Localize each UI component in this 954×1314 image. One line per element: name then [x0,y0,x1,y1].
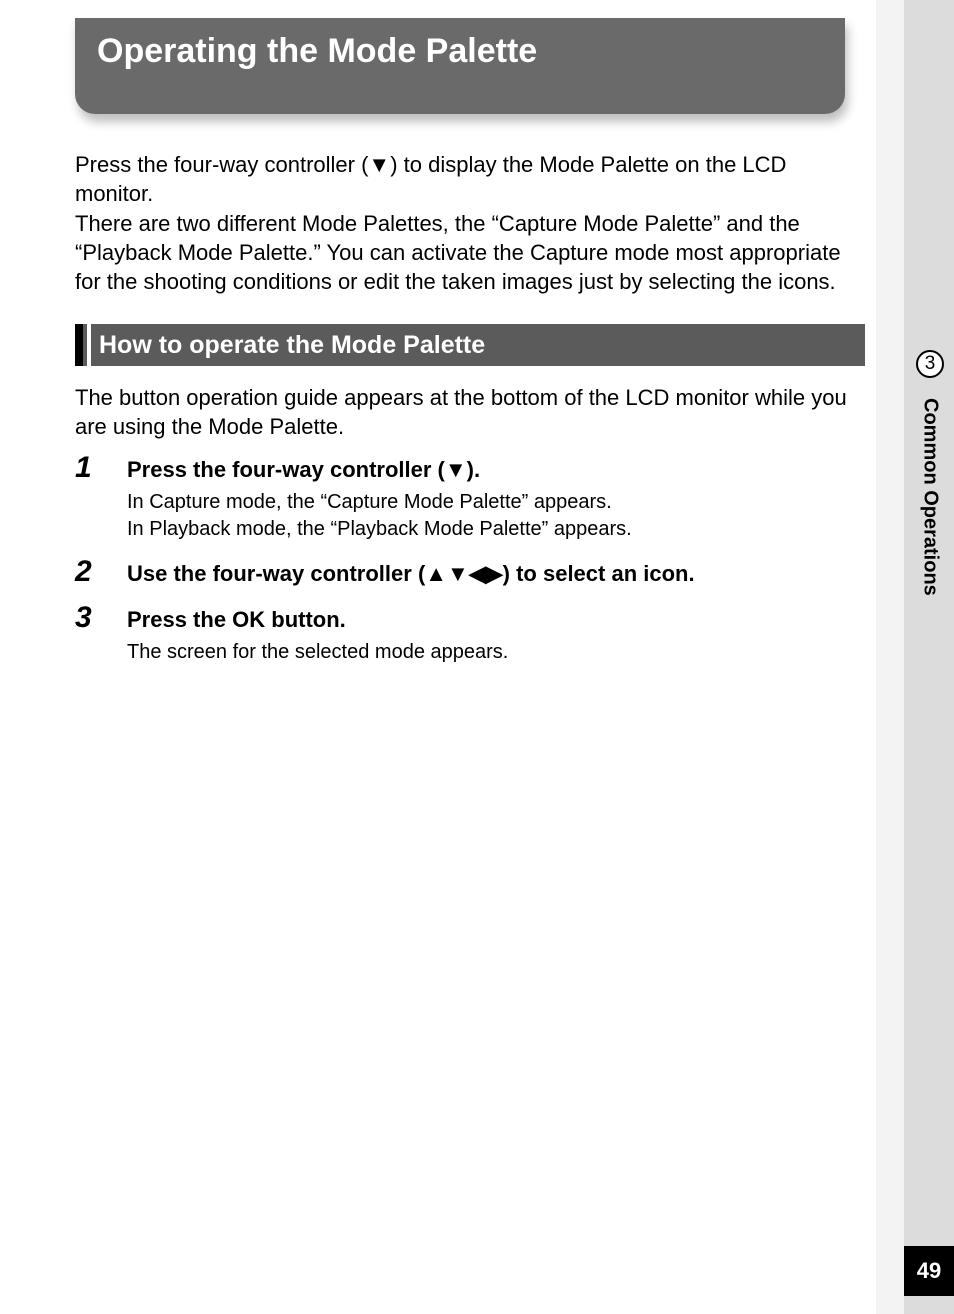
content-area: Operating the Mode Palette Press the fou… [75,18,865,680]
step-title: Use the four-way controller (▲▼◀▶) to se… [127,559,865,589]
step-number: 2 [75,557,127,587]
section-label-text: Common Operations [919,398,942,596]
page-number: 49 [904,1246,954,1296]
manual-page: 3 Common Operations 49 Operating the Mod… [0,0,954,1314]
intro-paragraph: Press the four-way controller (▼) to dis… [75,150,865,296]
steps-list: 1 Press the four-way controller (▼). In … [75,453,865,675]
subheading-bar: How to operate the Mode Palette [75,324,865,366]
step-number: 3 [75,603,127,633]
step-title: Press the four-way controller (▼). [127,455,865,485]
section-label: Common Operations [920,398,940,658]
step-body: Use the four-way controller (▲▼◀▶) to se… [127,557,865,599]
step-detail: The screen for the selected mode appears… [127,639,865,666]
step-item: 2 Use the four-way controller (▲▼◀▶) to … [75,557,865,599]
subheading-text: How to operate the Mode Palette [91,324,865,366]
step-item: 1 Press the four-way controller (▼). In … [75,453,865,553]
sub-intro-paragraph: The button operation guide appears at th… [75,384,865,441]
chapter-number-badge: 3 [916,350,944,378]
step-detail: In Capture mode, the “Capture Mode Palet… [127,489,865,543]
step-body: Press the four-way controller (▼). In Ca… [127,453,865,553]
page-title-bar: Operating the Mode Palette [75,18,845,114]
step-body: Press the OK button. The screen for the … [127,603,865,676]
step-title: Press the OK button. [127,605,865,635]
subheading-accent [75,324,83,366]
step-number: 1 [75,453,127,483]
step-item: 3 Press the OK button. The screen for th… [75,603,865,676]
page-title: Operating the Mode Palette [97,32,537,71]
right-rail: 3 Common Operations 49 [876,0,954,1314]
